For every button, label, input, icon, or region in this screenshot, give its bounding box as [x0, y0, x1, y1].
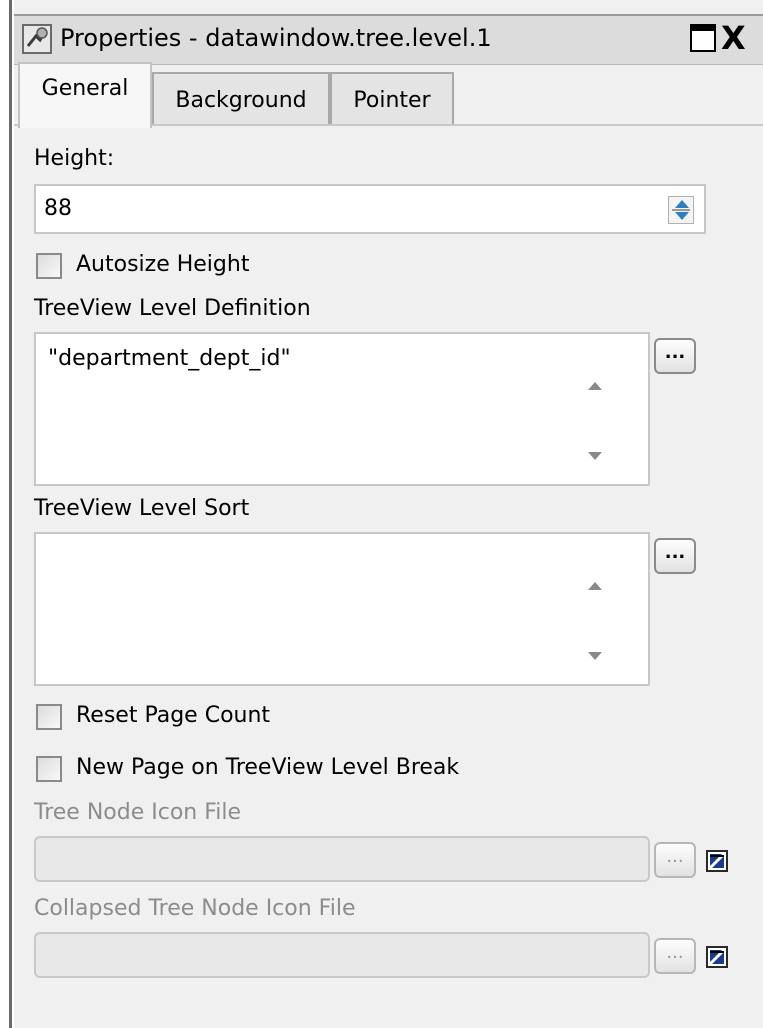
window-title: Properties - datawindow.tree.level.1 [60, 24, 492, 52]
autosize-height-checkbox[interactable] [36, 253, 62, 279]
collapsed-icon-input [34, 932, 650, 978]
spin-down-icon[interactable] [675, 212, 689, 220]
height-value: 88 [44, 196, 72, 221]
scroll-up-icon[interactable] [588, 582, 602, 590]
tree-node-icon-label: Tree Node Icon File [34, 800, 242, 825]
level-definition-edit-button[interactable]: ... [654, 338, 696, 374]
expression-icon[interactable] [706, 850, 728, 872]
tree-node-icon-input [34, 836, 650, 882]
level-definition-input[interactable]: "department_dept_id" [34, 332, 650, 486]
title-bar[interactable]: Properties - datawindow.tree.level.1 X [14, 14, 763, 65]
level-sort-input[interactable] [34, 532, 650, 686]
level-sort-label: TreeView Level Sort [34, 496, 250, 521]
collapsed-icon-label: Collapsed Tree Node Icon File [34, 896, 356, 921]
properties-window: Properties - datawindow.tree.level.1 X G… [14, 0, 763, 1028]
maximize-icon[interactable] [690, 24, 716, 52]
level-definition-value: "department_dept_id" [48, 346, 291, 371]
reset-page-count-label: Reset Page Count [76, 703, 271, 728]
height-spinner[interactable] [668, 196, 694, 224]
tab-background[interactable]: Background [152, 72, 330, 124]
level-sort-edit-button[interactable]: ... [654, 538, 696, 574]
expression-icon[interactable] [706, 946, 728, 968]
height-input[interactable]: 88 [34, 184, 706, 234]
properties-icon [22, 24, 52, 54]
tab-strip: General Background Pointer [14, 62, 763, 128]
scroll-down-icon[interactable] [588, 652, 602, 660]
level-definition-label: TreeView Level Definition [34, 296, 311, 321]
spin-up-icon[interactable] [675, 200, 689, 208]
collapsed-icon-browse-button: ... [654, 938, 696, 974]
tab-pointer[interactable]: Pointer [330, 72, 454, 124]
left-window-edge [0, 0, 14, 1028]
new-page-checkbox[interactable] [36, 756, 62, 782]
autosize-height-label: Autosize Height [76, 252, 250, 277]
scroll-up-icon[interactable] [588, 382, 602, 390]
reset-page-count-checkbox[interactable] [36, 704, 62, 730]
tree-node-icon-browse-button: ... [654, 842, 696, 878]
scroll-down-icon[interactable] [588, 452, 602, 460]
new-page-label: New Page on TreeView Level Break [76, 755, 460, 780]
height-label: Height: [34, 146, 115, 171]
close-icon[interactable]: X [721, 20, 746, 56]
tab-general[interactable]: General [18, 62, 152, 128]
